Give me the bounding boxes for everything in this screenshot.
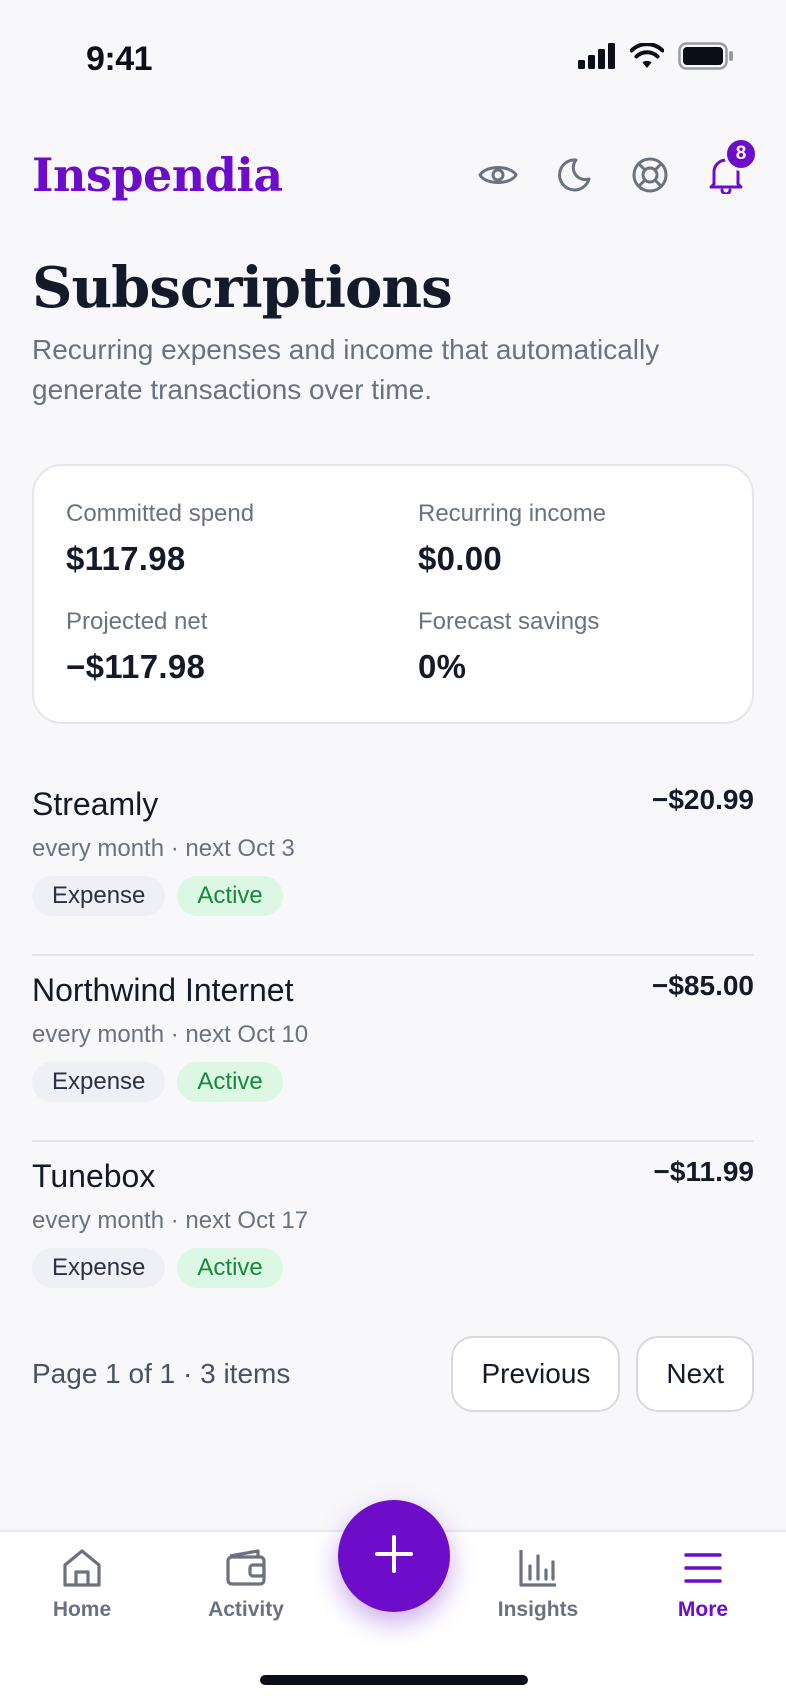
subscription-name: Northwind Internet (32, 972, 294, 1008)
summary-card: Committed spend $117.98 Recurring income… (32, 464, 754, 724)
subscription-amount: −$11.99 (653, 1156, 754, 1187)
type-badge: Expense (32, 1062, 166, 1102)
stat-label: Projected net (66, 608, 208, 635)
stat-label: Committed spend (66, 500, 255, 527)
bar-chart-icon (516, 1546, 560, 1590)
subscription-item[interactable]: Tunebox −$11.99 every month · next Oct 1… (32, 1142, 754, 1328)
page-buttons: Previous Next (451, 1336, 754, 1412)
nav-label-insights: Insights (497, 1598, 579, 1621)
nav-item-more[interactable]: More (643, 1546, 763, 1622)
plus-icon (374, 1534, 414, 1579)
home-icon (60, 1546, 104, 1590)
nav-item-insights[interactable]: Insights (478, 1546, 598, 1622)
subscription-name: Tunebox (32, 1158, 156, 1194)
subscription-tags: Expense Active (32, 1248, 283, 1288)
home-indicator[interactable] (260, 1675, 528, 1685)
page-subtitle: Recurring expenses and income that autom… (32, 334, 660, 405)
subscription-item[interactable]: Northwind Internet −$85.00 every month ·… (32, 956, 754, 1142)
stat-label: Recurring income (418, 500, 607, 527)
stat-forecast-savings: Forecast savings 0% (418, 608, 599, 686)
status-time: 9:41 (86, 40, 153, 78)
subscription-tags: Expense Active (32, 1062, 283, 1102)
subscription-schedule: every month · next Oct 17 (32, 1207, 309, 1234)
next-button[interactable]: Next (636, 1336, 754, 1412)
subscription-tags: Expense Active (32, 876, 283, 916)
wifi-icon (629, 42, 665, 74)
type-badge: Expense (32, 876, 166, 916)
stat-committed-spend: Committed spend $117.98 (66, 500, 254, 578)
subscription-schedule: every month · next Oct 3 (32, 835, 295, 862)
previous-button[interactable]: Previous (451, 1336, 621, 1412)
nav-label-activity: Activity (208, 1598, 284, 1621)
status-badge: Active (177, 1248, 283, 1288)
eye-icon[interactable] (478, 155, 518, 195)
type-badge: Expense (32, 1248, 166, 1288)
page-title: Subscriptions (32, 255, 453, 321)
subscription-name: Streamly (32, 786, 159, 822)
menu-icon (681, 1546, 725, 1590)
stat-label: Forecast savings (418, 608, 600, 635)
nav-item-home[interactable]: Home (22, 1546, 142, 1622)
add-button[interactable] (338, 1500, 450, 1612)
subscription-schedule: every month · next Oct 10 (32, 1021, 309, 1048)
subscription-item[interactable]: Streamly −$20.99 every month · next Oct … (32, 770, 754, 956)
subscription-amount: −$20.99 (652, 784, 754, 815)
header-actions: 8 (478, 137, 758, 195)
subscription-list: Streamly −$20.99 every month · next Oct … (32, 770, 754, 1328)
help-icon[interactable] (630, 155, 670, 195)
notification-badge: 8 (724, 137, 758, 171)
moon-icon[interactable] (554, 155, 594, 195)
status-bar: 9:41 (0, 0, 786, 120)
nav-label-home: Home (52, 1598, 112, 1621)
stat-projected-net: Projected net −$117.98 (66, 608, 207, 686)
stat-value: $117.98 (66, 540, 186, 577)
wallet-icon (224, 1546, 268, 1590)
nav-item-activity[interactable]: Activity (186, 1546, 306, 1622)
stat-value: 0% (418, 648, 467, 685)
stat-value: $0.00 (418, 540, 503, 577)
status-badge: Active (177, 876, 283, 916)
pagination: Page 1 of 1 · 3 items Previous Next (32, 1336, 754, 1412)
subscription-amount: −$85.00 (652, 970, 754, 1001)
nav-label-more: More (677, 1598, 729, 1621)
signal-icon (578, 43, 616, 74)
stat-recurring-income: Recurring income $0.00 (418, 500, 606, 578)
app-header: Inspendia 8 (32, 137, 758, 210)
brand-logo[interactable]: Inspendia (32, 148, 283, 202)
stat-value: −$117.98 (66, 648, 206, 685)
bell-icon[interactable]: 8 (706, 137, 758, 195)
page-info: Page 1 of 1 · 3 items (32, 1358, 291, 1389)
status-icons (578, 42, 734, 75)
battery-icon (678, 42, 734, 75)
status-badge: Active (177, 1062, 283, 1102)
